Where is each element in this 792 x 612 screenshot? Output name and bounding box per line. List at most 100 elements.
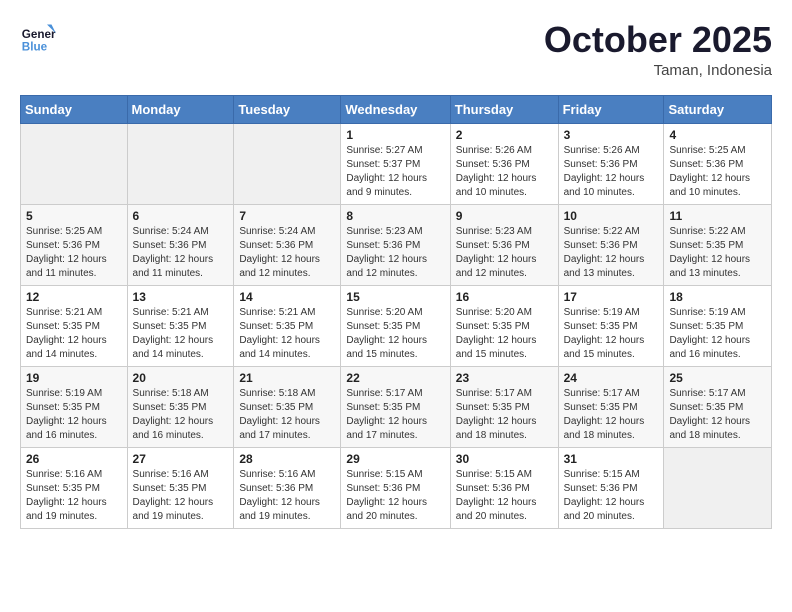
day-number: 18	[669, 290, 766, 304]
day-number: 3	[564, 128, 659, 142]
day-cell: 2 Sunrise: 5:26 AM Sunset: 5:36 PM Daylig…	[450, 123, 558, 204]
day-cell: 21 Sunrise: 5:18 AM Sunset: 5:35 PM Dayli…	[234, 366, 341, 447]
day-number: 6	[133, 209, 229, 223]
calendar-table: SundayMondayTuesdayWednesdayThursdayFrid…	[20, 95, 772, 529]
day-info: Sunrise: 5:27 AM Sunset: 5:37 PM Dayligh…	[346, 144, 444, 200]
location: Taman, Indonesia	[544, 62, 772, 79]
col-header-thursday: Thursday	[450, 95, 558, 123]
day-info: Sunrise: 5:25 AM Sunset: 5:36 PM Dayligh…	[26, 225, 122, 281]
col-header-wednesday: Wednesday	[341, 95, 450, 123]
day-cell: 6 Sunrise: 5:24 AM Sunset: 5:36 PM Daylig…	[127, 204, 234, 285]
day-info: Sunrise: 5:24 AM Sunset: 5:36 PM Dayligh…	[239, 225, 335, 281]
day-cell: 15Sunrise: 5:20 AM Sunset: 5:35 PM Dayli…	[341, 285, 450, 366]
day-number: 4	[669, 128, 766, 142]
day-cell: 3 Sunrise: 5:26 AM Sunset: 5:36 PM Daylig…	[558, 123, 664, 204]
day-info: Sunrise: 5:15 AM Sunset: 5:36 PM Dayligh…	[346, 468, 444, 524]
day-info: Sunrise: 5:15 AM Sunset: 5:36 PM Dayligh…	[456, 468, 553, 524]
day-cell: 31Sunrise: 5:15 AM Sunset: 5:36 PM Dayli…	[558, 447, 664, 528]
col-header-monday: Monday	[127, 95, 234, 123]
day-info: Sunrise: 5:17 AM Sunset: 5:35 PM Dayligh…	[456, 387, 553, 443]
col-header-friday: Friday	[558, 95, 664, 123]
day-cell: 25 Sunrise: 5:17 AM Sunset: 5:35 PM Dayli…	[664, 366, 772, 447]
day-info: Sunrise: 5:16 AM Sunset: 5:35 PM Dayligh…	[26, 468, 122, 524]
col-header-tuesday: Tuesday	[234, 95, 341, 123]
header: General Blue October 2025 Taman, Indones…	[20, 20, 772, 79]
day-info: Sunrise: 5:21 AM Sunset: 5:35 PM Dayligh…	[239, 306, 335, 362]
day-number: 17	[564, 290, 659, 304]
day-cell: 16 Sunrise: 5:20 AM Sunset: 5:35 PM Dayli…	[450, 285, 558, 366]
day-cell: 20Sunrise: 5:18 AM Sunset: 5:35 PM Dayli…	[127, 366, 234, 447]
day-info: Sunrise: 5:16 AM Sunset: 5:36 PM Dayligh…	[239, 468, 335, 524]
day-info: Sunrise: 5:24 AM Sunset: 5:36 PM Dayligh…	[133, 225, 229, 281]
day-number: 14	[239, 290, 335, 304]
day-info: Sunrise: 5:19 AM Sunset: 5:35 PM Dayligh…	[26, 387, 122, 443]
calendar-header-row: SundayMondayTuesdayWednesdayThursdayFrid…	[21, 95, 772, 123]
day-info: Sunrise: 5:22 AM Sunset: 5:36 PM Dayligh…	[564, 225, 659, 281]
day-cell: 29 Sunrise: 5:15 AM Sunset: 5:36 PM Dayli…	[341, 447, 450, 528]
day-number: 13	[133, 290, 229, 304]
day-cell: 27 Sunrise: 5:16 AM Sunset: 5:35 PM Dayli…	[127, 447, 234, 528]
day-number: 30	[456, 452, 553, 466]
week-row-4: 19 Sunrise: 5:19 AM Sunset: 5:35 PM Dayli…	[21, 366, 772, 447]
day-cell: 4 Sunrise: 5:25 AM Sunset: 5:36 PM Daylig…	[664, 123, 772, 204]
day-number: 22	[346, 371, 444, 385]
day-info: Sunrise: 5:26 AM Sunset: 5:36 PM Dayligh…	[456, 144, 553, 200]
day-number: 2	[456, 128, 553, 142]
day-cell: 26 Sunrise: 5:16 AM Sunset: 5:35 PM Dayli…	[21, 447, 128, 528]
day-number: 21	[239, 371, 335, 385]
day-cell: 7 Sunrise: 5:24 AM Sunset: 5:36 PM Daylig…	[234, 204, 341, 285]
day-info: Sunrise: 5:26 AM Sunset: 5:36 PM Dayligh…	[564, 144, 659, 200]
svg-text:General: General	[22, 28, 56, 41]
day-info: Sunrise: 5:17 AM Sunset: 5:35 PM Dayligh…	[346, 387, 444, 443]
day-info: Sunrise: 5:17 AM Sunset: 5:35 PM Dayligh…	[564, 387, 659, 443]
day-cell: 8 Sunrise: 5:23 AM Sunset: 5:36 PM Daylig…	[341, 204, 450, 285]
day-info: Sunrise: 5:18 AM Sunset: 5:35 PM Dayligh…	[133, 387, 229, 443]
day-info: Sunrise: 5:25 AM Sunset: 5:36 PM Dayligh…	[669, 144, 766, 200]
day-info: Sunrise: 5:18 AM Sunset: 5:35 PM Dayligh…	[239, 387, 335, 443]
day-info: Sunrise: 5:20 AM Sunset: 5:35 PM Dayligh…	[456, 306, 553, 362]
day-cell: 11Sunrise: 5:22 AM Sunset: 5:35 PM Dayli…	[664, 204, 772, 285]
day-number: 10	[564, 209, 659, 223]
day-cell: 23Sunrise: 5:17 AM Sunset: 5:35 PM Dayli…	[450, 366, 558, 447]
day-number: 24	[564, 371, 659, 385]
day-cell: 30 Sunrise: 5:15 AM Sunset: 5:36 PM Dayli…	[450, 447, 558, 528]
day-number: 31	[564, 452, 659, 466]
day-info: Sunrise: 5:20 AM Sunset: 5:35 PM Dayligh…	[346, 306, 444, 362]
day-number: 29	[346, 452, 444, 466]
day-info: Sunrise: 5:19 AM Sunset: 5:35 PM Dayligh…	[669, 306, 766, 362]
day-cell: 22 Sunrise: 5:17 AM Sunset: 5:35 PM Dayli…	[341, 366, 450, 447]
day-cell	[664, 447, 772, 528]
day-cell: 12Sunrise: 5:21 AM Sunset: 5:35 PM Dayli…	[21, 285, 128, 366]
week-row-1: 1 Sunrise: 5:27 AM Sunset: 5:37 PM Daylig…	[21, 123, 772, 204]
day-info: Sunrise: 5:21 AM Sunset: 5:35 PM Dayligh…	[133, 306, 229, 362]
logo: General Blue	[20, 20, 56, 56]
day-cell	[21, 123, 128, 204]
day-number: 8	[346, 209, 444, 223]
col-header-saturday: Saturday	[664, 95, 772, 123]
title-block: October 2025 Taman, Indonesia	[544, 20, 772, 79]
day-number: 26	[26, 452, 122, 466]
day-cell	[234, 123, 341, 204]
day-info: Sunrise: 5:19 AM Sunset: 5:35 PM Dayligh…	[564, 306, 659, 362]
day-cell: 9Sunrise: 5:23 AM Sunset: 5:36 PM Daylig…	[450, 204, 558, 285]
day-cell: 24 Sunrise: 5:17 AM Sunset: 5:35 PM Dayli…	[558, 366, 664, 447]
day-number: 19	[26, 371, 122, 385]
page: General Blue October 2025 Taman, Indones…	[0, 0, 792, 549]
day-info: Sunrise: 5:21 AM Sunset: 5:35 PM Dayligh…	[26, 306, 122, 362]
day-info: Sunrise: 5:23 AM Sunset: 5:36 PM Dayligh…	[346, 225, 444, 281]
day-number: 7	[239, 209, 335, 223]
day-number: 9	[456, 209, 553, 223]
day-number: 28	[239, 452, 335, 466]
month-year: October 2025	[544, 20, 772, 60]
week-row-3: 12Sunrise: 5:21 AM Sunset: 5:35 PM Dayli…	[21, 285, 772, 366]
day-info: Sunrise: 5:16 AM Sunset: 5:35 PM Dayligh…	[133, 468, 229, 524]
day-number: 16	[456, 290, 553, 304]
day-number: 1	[346, 128, 444, 142]
day-number: 11	[669, 209, 766, 223]
general-blue-logo-icon: General Blue	[20, 20, 56, 56]
day-number: 27	[133, 452, 229, 466]
day-number: 25	[669, 371, 766, 385]
day-cell	[127, 123, 234, 204]
col-header-sunday: Sunday	[21, 95, 128, 123]
day-info: Sunrise: 5:17 AM Sunset: 5:35 PM Dayligh…	[669, 387, 766, 443]
